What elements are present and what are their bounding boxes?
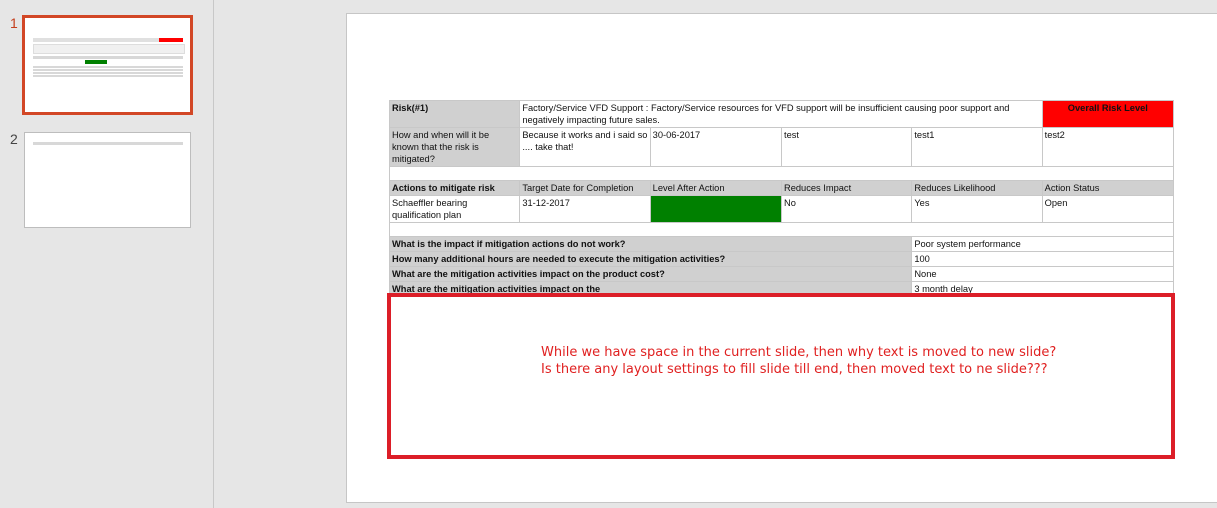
- table-header[interactable]: Target Date for Completion: [519, 180, 651, 196]
- risk-label-cell[interactable]: Risk(#1): [388, 100, 521, 128]
- slide-thumbnail-pane: 1 2: [0, 0, 214, 508]
- table-header[interactable]: Actions to mitigate risk: [388, 180, 521, 196]
- thumbnail-table-row: [33, 75, 183, 77]
- level-after-action-cell[interactable]: [649, 195, 782, 223]
- annotation-line: While we have space in the current slide…: [541, 345, 1057, 360]
- slide-thumbnail-2[interactable]: [24, 132, 191, 228]
- known-question-cell[interactable]: How and when will it be known that the r…: [388, 127, 521, 167]
- thumbnail-table-row: [33, 66, 183, 68]
- overall-risk-level-cell[interactable]: Overall Risk Level: [1041, 100, 1175, 128]
- table-header[interactable]: Action Status: [1041, 180, 1175, 196]
- risk-description-cell[interactable]: Factory/Service VFD Support : Factory/Se…: [519, 100, 1043, 128]
- table-header-row: Actions to mitigate risk Target Date for…: [388, 180, 1175, 196]
- impact-answer-cell[interactable]: Poor system performance: [911, 236, 1174, 252]
- table-cell[interactable]: Open: [1041, 195, 1175, 223]
- impact-question-cell[interactable]: How many additional hours are needed to …: [388, 251, 913, 267]
- impact-answer-cell[interactable]: 100: [911, 251, 1174, 267]
- table-cell[interactable]: 31-12-2017: [519, 195, 651, 223]
- table-spacer-row: [389, 166, 1174, 181]
- impact-answer-cell[interactable]: None: [911, 266, 1174, 282]
- table-cell[interactable]: [389, 166, 1174, 181]
- thumbnail-table-row: [33, 69, 183, 71]
- table-spacer-row: [389, 222, 1174, 237]
- slide-number-1: 1: [10, 15, 18, 31]
- table-cell[interactable]: Schaeffler bearing qualification plan: [388, 195, 521, 223]
- thumbnail-table-row: [33, 56, 183, 59]
- table-cell[interactable]: [389, 222, 1174, 237]
- thumbnail-table-row: [33, 142, 183, 145]
- table-cell[interactable]: test1: [911, 127, 1043, 167]
- table-cell[interactable]: Because it works and i said so .... take…: [519, 127, 651, 167]
- thumbnail-table-row: [33, 44, 185, 54]
- thumbnail-risk-cell: [159, 38, 183, 42]
- table-header[interactable]: Reduces Impact: [780, 180, 913, 196]
- table-cell[interactable]: test: [780, 127, 913, 167]
- table-row: Risk(#1) Factory/Service VFD Support : F…: [388, 100, 1175, 128]
- table-cell[interactable]: 30-06-2017: [649, 127, 782, 167]
- table-cell[interactable]: No: [780, 195, 913, 223]
- impact-question-cell[interactable]: What is the impact if mitigation actions…: [388, 236, 913, 252]
- annotation-text: While we have space in the current slide…: [541, 344, 1101, 378]
- table-row: Schaeffler bearing qualification plan 31…: [388, 195, 1175, 223]
- thumbnail-green-cell: [85, 60, 107, 64]
- table-row: What is the impact if mitigation actions…: [388, 236, 1174, 252]
- annotation-line: Is there any layout settings to fill sli…: [541, 362, 1048, 377]
- table-row: How many additional hours are needed to …: [388, 251, 1174, 267]
- impact-question-cell[interactable]: What are the mitigation activities impac…: [388, 266, 913, 282]
- thumbnail-table-row: [33, 72, 183, 74]
- table-cell[interactable]: Yes: [911, 195, 1043, 223]
- table-row: How and when will it be known that the r…: [388, 127, 1175, 167]
- slide-thumbnail-1[interactable]: [22, 15, 193, 115]
- table-header[interactable]: Reduces Likelihood: [911, 180, 1043, 196]
- slide-number-2: 2: [10, 131, 18, 147]
- annotation-callout-box: While we have space in the current slide…: [387, 293, 1175, 459]
- table-row: What are the mitigation activities impac…: [388, 266, 1174, 282]
- table-cell[interactable]: test2: [1041, 127, 1175, 167]
- risk-table[interactable]: Risk(#1) Factory/Service VFD Support : F…: [388, 100, 1175, 297]
- table-header[interactable]: Level After Action: [649, 180, 782, 196]
